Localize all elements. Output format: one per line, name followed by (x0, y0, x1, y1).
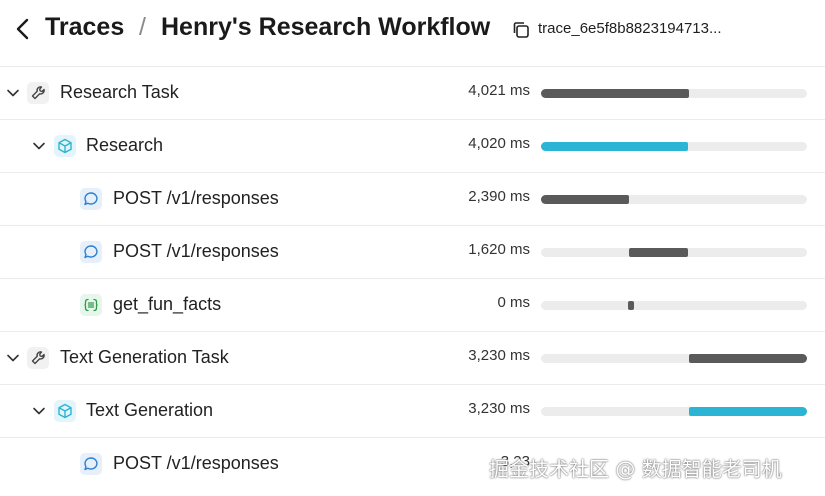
chevron-down-icon[interactable] (32, 404, 46, 418)
trace-header: Traces / Henry's Research Workflow trace… (0, 0, 825, 62)
trace-id[interactable]: trace_6e5f8b8823194713... (538, 20, 722, 37)
chevron-down-icon[interactable] (32, 139, 46, 153)
span-label: Research (86, 135, 164, 155)
timeline-track (541, 142, 807, 151)
timeline-track (541, 301, 807, 310)
span-label: get_fun_facts (113, 294, 222, 314)
timeline-bar (689, 354, 807, 363)
span-duration: 3,230 ms (468, 347, 530, 364)
timeline-bar (629, 248, 688, 257)
span-label: POST /v1/responses (113, 241, 279, 261)
span-label: Research Task (60, 82, 179, 102)
back-arrow-icon[interactable] (14, 17, 32, 41)
span-duration: 3,230 ms (468, 400, 530, 417)
chat-bubble-icon (80, 241, 102, 263)
function-icon (80, 294, 102, 316)
span-label: POST /v1/responses (113, 453, 279, 473)
timeline-track (541, 248, 807, 257)
timeline-bar (541, 195, 629, 204)
timeline-bar (628, 301, 634, 310)
span-duration: 2,390 ms (468, 188, 530, 205)
span-row[interactable]: Text Generation Task 3,230 ms (0, 331, 825, 384)
span-row[interactable]: POST /v1/responses 1,620 ms (0, 225, 825, 278)
span-duration: 0 ms (497, 294, 530, 311)
span-duration: 1,620 ms (468, 241, 530, 258)
breadcrumb-traces-link[interactable]: Traces (45, 13, 124, 42)
timeline-bar (541, 142, 688, 151)
watermark: 掘金技术社区 @ 数据智能老司机 (489, 457, 782, 481)
span-label: Text Generation (86, 400, 214, 420)
cube-icon (54, 135, 76, 157)
span-row[interactable]: Text Generation 3,230 ms (0, 384, 825, 437)
span-row[interactable]: POST /v1/responses 2,390 ms (0, 172, 825, 225)
chat-bubble-icon (80, 188, 102, 210)
wrench-icon (27, 347, 49, 369)
timeline-track (541, 407, 807, 416)
span-duration: 4,021 ms (468, 82, 530, 99)
timeline-bar (541, 89, 689, 98)
timeline-track (541, 354, 807, 363)
span-label: Text Generation Task (60, 347, 229, 367)
page-title: Henry's Research Workflow (161, 13, 491, 41)
span-row[interactable]: Research 4,020 ms (0, 119, 825, 172)
span-duration: 4,020 ms (468, 135, 530, 152)
chevron-down-icon[interactable] (6, 86, 20, 100)
wrench-icon (27, 82, 49, 104)
breadcrumb-separator: / (139, 13, 146, 41)
cube-icon (54, 400, 76, 422)
timeline-track (541, 89, 807, 98)
chevron-down-icon[interactable] (6, 351, 20, 365)
span-label: POST /v1/responses (113, 188, 279, 208)
timeline-track (541, 195, 807, 204)
span-row[interactable]: Research Task 4,021 ms (0, 66, 825, 119)
chat-bubble-icon (80, 453, 102, 475)
timeline-bar (689, 407, 807, 416)
span-row[interactable]: get_fun_facts 0 ms (0, 278, 825, 331)
copy-icon[interactable] (511, 20, 531, 40)
